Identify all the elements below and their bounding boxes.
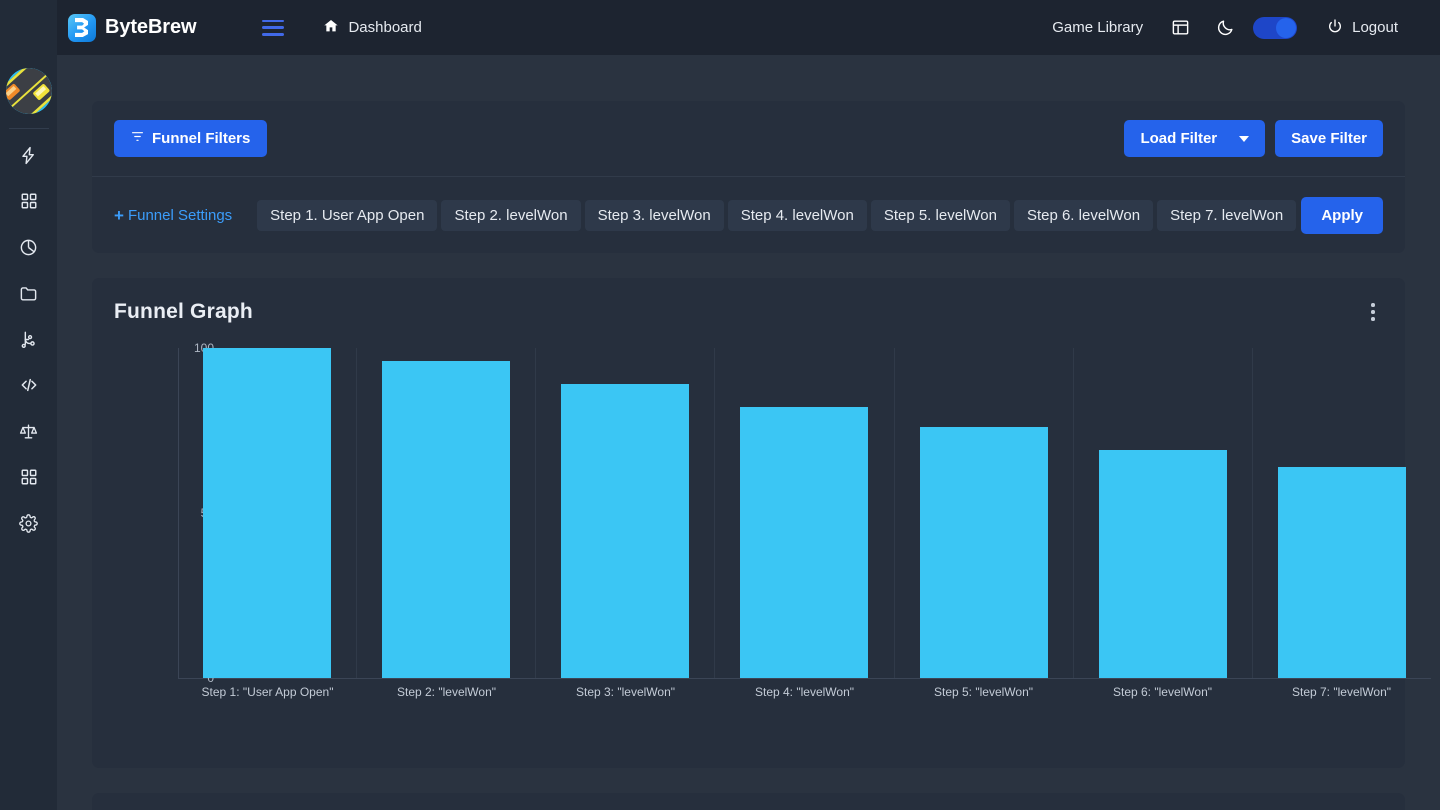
bar-category-2 [356,348,535,678]
logout-label: Logout [1352,19,1398,36]
sidebar-item-events[interactable] [17,143,41,167]
x-label-6: Step 6: "levelWon" [1112,685,1213,699]
funnel-steps-bar: + Funnel Settings Step 1. User App Open … [92,177,1405,253]
x-axis-line [178,678,1431,679]
sidebar-item-funnels[interactable] [17,327,41,351]
bar-2[interactable] [382,361,511,678]
chevron-down-icon [1239,135,1250,142]
theme-toggle[interactable] [1253,16,1298,39]
pie-chart-icon [19,238,38,257]
code-icon [19,375,39,395]
logout-button[interactable]: Logout [1327,18,1398,38]
step-tab-4[interactable]: Step 4. levelWon [727,199,867,231]
bar-category-3 [535,348,714,678]
page-title: Funnel Graph [114,300,253,323]
step-tabs: Step 1. User App Open Step 2. levelWon S… [257,199,1297,231]
step-tab-5[interactable]: Step 5. levelWon [870,199,1010,231]
x-label-7: Step 7: "levelWon" [1291,685,1392,699]
bar-1[interactable] [203,348,332,678]
nav-dashboard[interactable]: Dashboard [323,18,422,38]
x-label-2: Step 2: "levelWon" [396,685,497,699]
x-label-5: Step 5: "levelWon" [933,685,1034,699]
bar-series [178,348,1431,678]
brand[interactable]: ByteBrew [68,13,197,42]
bytebrew-logo-icon [68,13,96,42]
funnel-graph-header: Funnel Graph [92,278,1405,324]
step-tab-3[interactable]: Step 3. levelWon [584,199,724,231]
sidebar-item-settings[interactable] [17,511,41,535]
step-tab-6[interactable]: Step 6. levelWon [1013,199,1154,231]
filter-actions: Load Filter Save Filter [1124,120,1383,157]
bar-category-1 [178,348,356,678]
plus-icon: + [114,205,124,225]
folder-icon [19,284,38,303]
funnel-flow-icon [19,330,38,349]
grid-icon [20,468,38,486]
sidebar-item-sdk[interactable] [17,373,41,397]
funnel-settings-link[interactable]: + Funnel Settings [114,207,232,224]
sidebar-nav [17,143,41,535]
funnel-filters-label: Funnel Filters [152,130,251,147]
game-avatar-art [5,68,52,114]
save-filter-button[interactable]: Save Filter [1275,120,1383,157]
top-bar-actions: Game Library Logout [1052,16,1398,39]
funnel-settings-label: Funnel Settings [127,206,233,224]
apply-button[interactable]: Apply [1301,196,1383,234]
home-icon [323,18,339,38]
grid-icon [20,192,38,210]
bar-3[interactable] [561,384,690,678]
bar-category-5 [893,348,1073,678]
step-tab-2[interactable]: Step 2. levelWon [441,199,581,231]
sidebar-divider [8,128,49,129]
funnel-graph-panel: Funnel Graph 050100 Step 1: "User App Op… [92,278,1431,768]
sidebar-item-apps[interactable] [17,465,41,489]
lightning-bolt-icon [19,146,38,165]
brand-name: ByteBrew [105,16,197,38]
bar-4[interactable] [740,407,869,678]
funnel-filters-button[interactable]: Funnel Filters [114,120,268,157]
game-avatar[interactable] [5,68,52,114]
bar-5[interactable] [919,427,1048,678]
filter-icon [131,130,144,147]
data-table-header: Data Table [92,793,1405,810]
data-table-panel: Data Table [92,793,1405,810]
load-filter-label: Load Filter [1140,130,1218,147]
funnel-filter-panel: Funnel Filters Load Filter Save Filter +… [92,101,1405,253]
layout-panel-icon[interactable] [1171,18,1190,37]
load-filter-button[interactable]: Load Filter [1124,120,1266,157]
top-bar: ByteBrew Dashboard Game Library Logout [0,0,1440,55]
bar-category-7 [1251,348,1431,678]
sidebar-item-files[interactable] [17,281,41,305]
sidebar [0,0,57,810]
game-library-link[interactable]: Game Library [1052,19,1143,36]
scales-icon [19,422,38,441]
x-label-1: Step 1: "User App Open" [201,685,334,699]
step-tab-7[interactable]: Step 7. levelWon [1157,199,1297,231]
sidebar-item-dashboards[interactable] [17,189,41,213]
x-axis-labels: Step 1: "User App Open" Step 2: "levelWon… [178,685,1431,699]
kebab-menu-icon[interactable] [1363,300,1383,324]
bar-category-6 [1072,348,1252,678]
filter-toolbar: Funnel Filters Load Filter Save Filter [92,101,1405,176]
bar-6[interactable] [1098,450,1227,678]
funnel-bar-chart: 050100 Step 1: "User App Open"Step 2: "l… [92,333,1440,753]
x-label-4: Step 4: "levelWon" [754,685,855,699]
bar-7[interactable] [1277,466,1406,678]
sidebar-item-analytics[interactable] [17,235,41,259]
bar-category-4 [714,348,893,678]
gear-icon [19,513,38,533]
main-content: Funnel Filters Load Filter Save Filter +… [57,55,1440,810]
power-icon [1327,18,1343,38]
x-label-3: Step 3: "levelWon" [575,685,676,699]
nav-dashboard-label: Dashboard [348,19,422,36]
step-tab-1[interactable]: Step 1. User App Open [257,199,438,231]
sidebar-item-abtests[interactable] [17,419,41,443]
hamburger-icon[interactable] [262,19,285,36]
moon-icon[interactable] [1216,18,1235,37]
